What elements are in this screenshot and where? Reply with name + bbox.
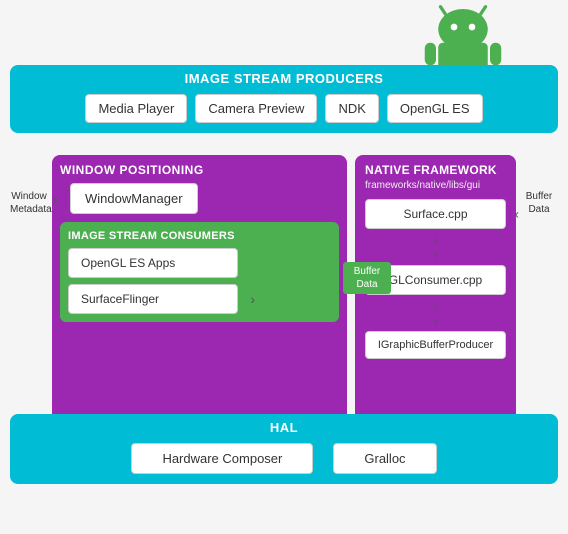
igraphic-buffer-producer-box: IGraphicBufferProducer [365,331,506,359]
producer-opengl-es: OpenGL ES [387,94,483,123]
image-stream-producers-section: IMAGE STREAM PRODUCERS Media Player Came… [10,65,558,133]
window-metadata-label: Window Metadata [10,190,48,216]
hal-hardware-composer: Hardware Composer [131,443,313,474]
window-manager-arrow: › [53,191,58,207]
arrow-up-2: ↑ [365,314,506,330]
window-manager-box: WindowManager › [70,183,198,214]
android-robot [418,0,508,70]
producers-row: Media Player Camera Preview NDK OpenGL E… [20,94,548,123]
hal-title: HAL [20,420,548,435]
image-stream-consumers-section: IMAGE STREAM CONSUMERS OpenGL ES Apps Su… [60,222,339,322]
image-stream-consumers-title: IMAGE STREAM CONSUMERS [68,230,331,242]
producer-media-player: Media Player [85,94,187,123]
native-framework-path: frameworks/native/libs/gui [365,180,506,191]
buffer-data-label: Buffer Data [520,190,558,216]
arrow-down-2: ↓ [365,297,506,313]
window-positioning-title: WINDOW POSITIONING [60,163,339,177]
producer-camera-preview: Camera Preview [195,94,317,123]
hal-section: HAL Hardware Composer Gralloc [10,414,558,484]
hal-row: Hardware Composer Gralloc [20,443,548,474]
hal-gralloc: Gralloc [333,443,436,474]
arrow-down-1: ↓ [365,231,506,247]
diagram-container: IMAGE STREAM PRODUCERS Media Player Came… [0,0,568,534]
image-stream-producers-title: IMAGE STREAM PRODUCERS [20,71,548,86]
consumer-opengl-es-apps: OpenGL ES Apps [68,248,238,278]
consumer-surface-flinger: SurfaceFlinger › [68,284,238,314]
surface-flinger-arrow: › [250,291,255,307]
window-positioning-section: WINDOW POSITIONING WindowManager › IMAGE… [52,155,347,444]
buffer-data-badge: Buffer Data [343,262,391,294]
native-framework-section: NATIVE FRAMEWORK frameworks/native/libs/… [355,155,516,444]
producer-ndk: NDK [325,94,378,123]
native-framework-title: NATIVE FRAMEWORK [365,163,506,177]
surface-cpp-box: Surface.cpp ‹ [365,199,506,229]
surface-cpp-arrow: ‹ [515,207,519,222]
